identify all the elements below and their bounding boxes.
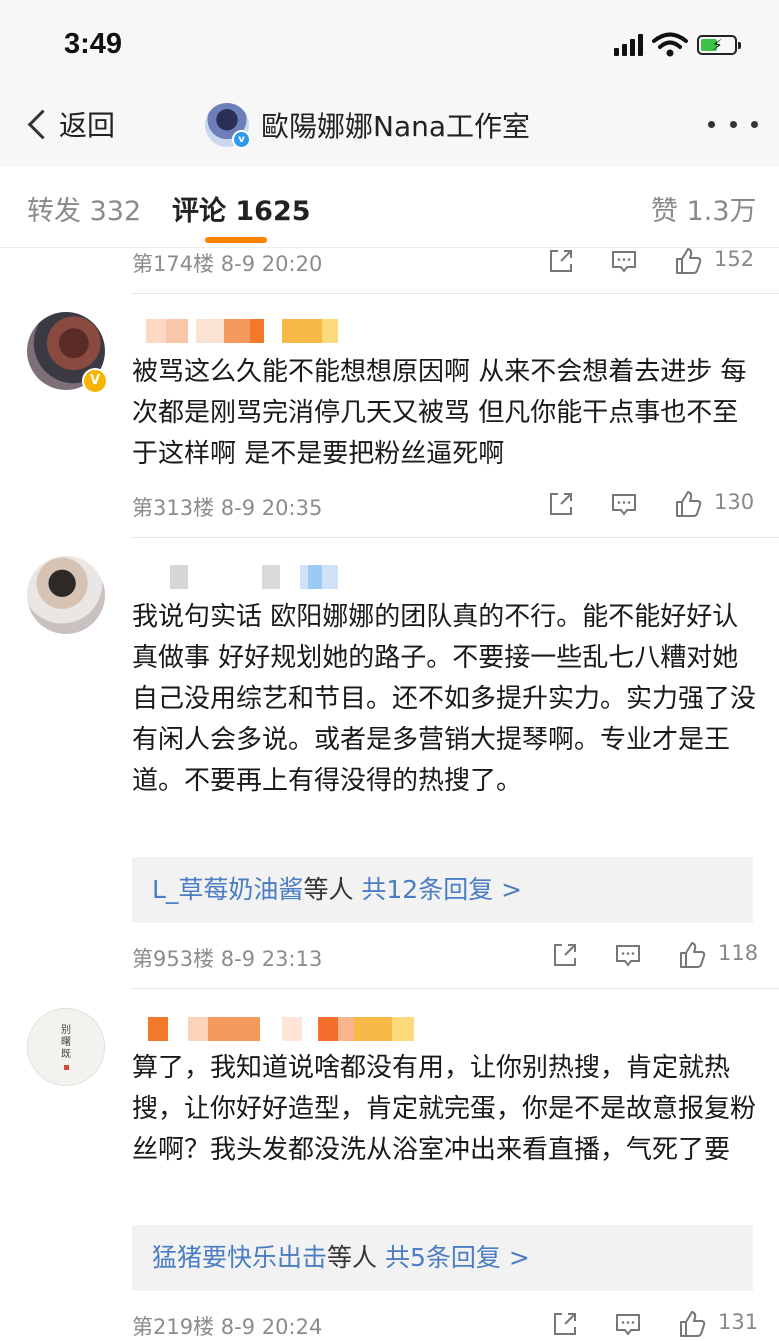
floor-label: 第219楼 8-9 20:24 <box>132 1315 323 1339</box>
comment-text: 算了，我知道说啥都没有用，让你别热搜，肯定就热搜，让你好好造型，肯定就完蛋，你是… <box>132 1053 757 1165</box>
battery-icon: ⚡ <box>697 35 741 55</box>
like-count: 130 <box>714 490 755 514</box>
redacted-username[interactable] <box>132 565 342 589</box>
comment-text: 被骂这么久能不能想想原因啊 从来不会想着去进步 每次都是刚骂完消停几天又被骂 但… <box>132 357 747 469</box>
top-bar: 3:49 ⚡ 返回 v 歐陽娜娜Nana工作室 <box>0 0 779 168</box>
like-icon[interactable] <box>673 489 703 519</box>
share-icon[interactable] <box>546 246 576 276</box>
reply-preview-text: L_草莓奶油酱等人 共12条回复 > <box>152 875 523 904</box>
comment-icon[interactable] <box>609 489 639 519</box>
like-count: 118 <box>718 941 759 965</box>
share-icon[interactable] <box>546 489 576 519</box>
comment-actions: 152 <box>546 246 761 278</box>
back-label: 返回 <box>59 109 116 142</box>
like-icon[interactable] <box>673 246 703 276</box>
comment-icon[interactable] <box>609 246 639 276</box>
redacted-username[interactable] <box>132 319 342 343</box>
account-name: 歐陽娜娜Nana工作室 <box>261 110 531 143</box>
comment-actions: 131 <box>550 1309 765 1341</box>
floor-label: 第313楼 8-9 20:35 <box>132 496 323 520</box>
status-time: 3:49 <box>64 28 123 60</box>
redacted-username[interactable] <box>132 1017 422 1041</box>
reply-preview-text: 猛猪要快乐出击等人 共5条回复 > <box>152 1243 530 1272</box>
reply-preview[interactable]: 猛猪要快乐出击等人 共5条回复 > <box>132 1225 753 1291</box>
tab-comments[interactable]: 评论 1625 <box>172 189 311 228</box>
share-icon[interactable] <box>550 1309 580 1339</box>
signal-icon <box>614 34 644 56</box>
floor-label: 第953楼 8-9 23:13 <box>132 947 323 971</box>
like-icon[interactable] <box>677 1309 707 1339</box>
tab-bar: 转发 332 评论 1625 赞 1.3万 <box>0 167 779 248</box>
reply-preview[interactable]: L_草莓奶油酱等人 共12条回复 > <box>132 857 753 923</box>
comment-icon[interactable] <box>613 1309 643 1339</box>
account-avatar: v <box>205 103 251 149</box>
wifi-icon <box>652 32 688 57</box>
back-button[interactable]: 返回 <box>22 104 115 144</box>
like-count: 152 <box>714 247 755 271</box>
verified-badge-icon: V <box>82 368 108 394</box>
comment-actions: 118 <box>550 940 765 972</box>
comment-text: 我说句实话 欧阳娜娜的团队真的不行。能不能好好认真做事 好好规划她的路子。不要接… <box>132 602 757 796</box>
more-icon[interactable] <box>708 114 758 134</box>
like-count: 131 <box>718 1310 759 1334</box>
comment-item: 我说句实话 欧阳娜娜的团队真的不行。能不能好好认真做事 好好规划她的路子。不要接… <box>0 538 779 987</box>
comment-item: 第174楼 8-9 20:20 152 <box>0 246 779 294</box>
commenter-avatar[interactable] <box>27 556 105 634</box>
tab-likes[interactable]: 赞 1.3万 <box>651 189 757 228</box>
share-icon[interactable] <box>550 940 580 970</box>
active-tab-indicator <box>205 237 267 243</box>
back-chevron-icon <box>27 109 58 139</box>
comment-actions: 130 <box>546 489 761 521</box>
floor-label: 第174楼 8-9 20:20 <box>132 252 323 276</box>
comment-icon[interactable] <box>613 940 643 970</box>
verified-icon: v <box>232 130 251 149</box>
like-icon[interactable] <box>677 940 707 970</box>
commenter-avatar[interactable]: 别曙既 <box>27 1008 105 1086</box>
comment-item: V 被骂这么久能不能想想原因啊 从来不会想着去进步 每次都是刚骂完消停几天又被骂… <box>0 294 779 536</box>
comment-item: 别曙既 算了，我知道说啥都没有用，让你别热搜，肯定就热搜，让你好好造型，肯定就完… <box>0 989 779 1339</box>
nav-title[interactable]: v 歐陽娜娜Nana工作室 <box>205 103 531 149</box>
avatar-calligraphy: 别曙既 <box>61 1025 71 1060</box>
tab-repost[interactable]: 转发 332 <box>27 189 141 228</box>
